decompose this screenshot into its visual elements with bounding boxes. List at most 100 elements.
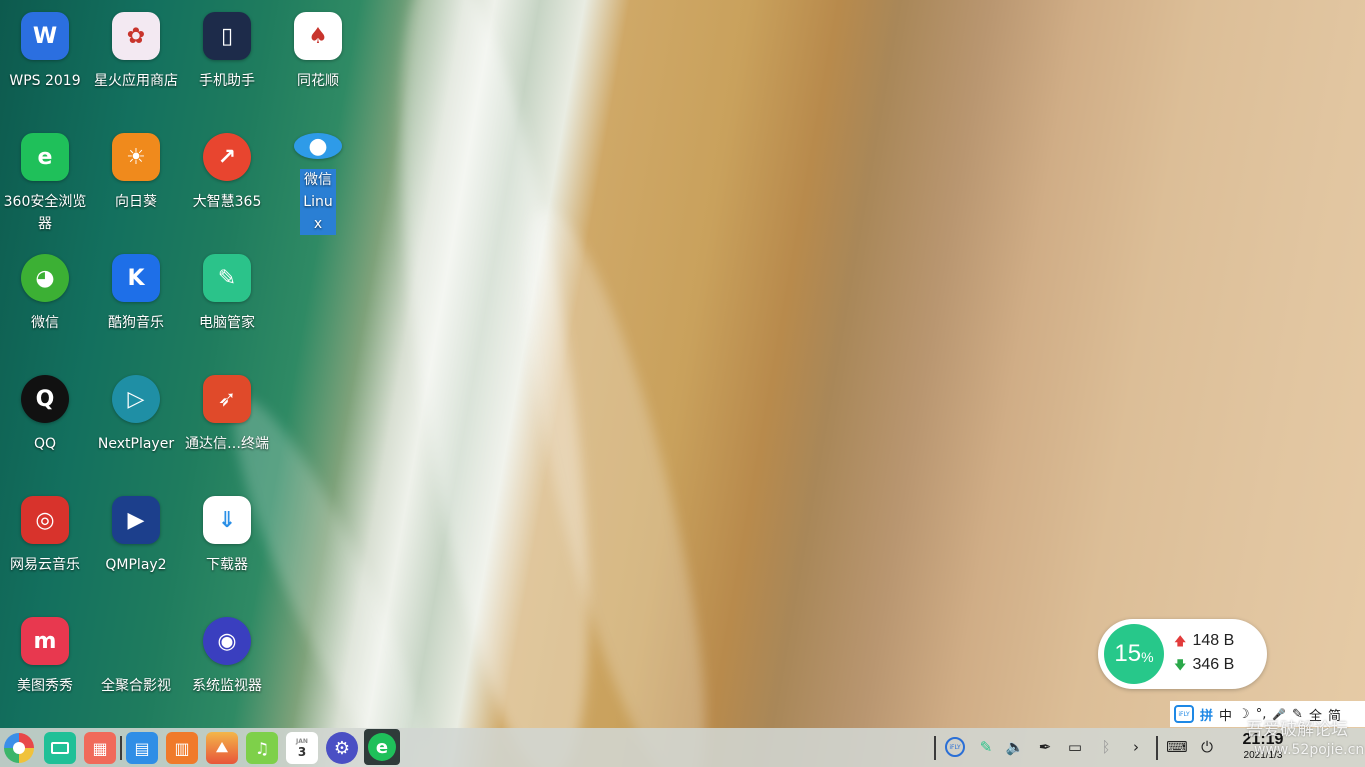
launcher-icon[interactable] [4, 733, 34, 763]
desktop-icon[interactable]: ▯ 手机助手 [185, 2, 269, 114]
desktop-icon-label: 星火应用商店 [94, 73, 178, 89]
iflytek-tray-icon[interactable]: iFLY [944, 736, 966, 758]
cpu-usage-value: 15 [1114, 640, 1142, 667]
phone-assistant-icon: ▯ [203, 12, 251, 60]
desktop-icon-label: 同花顺 [297, 73, 339, 89]
show-desktop-icon[interactable]: ▦ [84, 732, 116, 764]
power-icon[interactable]: ⏻ [1196, 736, 1218, 758]
desktop-icon[interactable]: ◎ 网易云音乐 [3, 486, 87, 598]
desktop-icon[interactable]: 全聚合影视 [94, 607, 178, 719]
desktop-icon-label: QQ [33, 436, 57, 452]
dazhihui-icon: ↗ [203, 133, 251, 181]
wps-icon: W [21, 12, 69, 60]
ime-pinyin-toggle[interactable]: 拼 [1200, 705, 1213, 724]
multitask-view-icon[interactable] [44, 732, 76, 764]
ime-language-toggle[interactable]: 中 [1219, 705, 1232, 724]
desktop-icon-label: NextPlayer [97, 436, 175, 452]
desktop-icon[interactable]: ↗ 大智慧365 [185, 123, 269, 235]
watermark-line-2: www.52pojie.cn [1254, 742, 1365, 758]
sunflower-icon: ☀ [112, 133, 160, 181]
tonghuashun-icon: ♠ [294, 12, 342, 60]
desktop-icon[interactable]: ◕ 微信 [3, 244, 87, 356]
volume-icon[interactable]: 🔈 [1004, 736, 1026, 758]
pen-tray-icon[interactable]: ✒ [1034, 736, 1056, 758]
desktop-icon[interactable]: ▷ NextPlayer [94, 365, 178, 477]
music-player-icon[interactable]: ♫ [246, 732, 278, 764]
desktop-icon[interactable]: K 酷狗音乐 [94, 244, 178, 356]
network-speed-widget[interactable]: 15% 🡅 148 B 🡇 346 B [1098, 619, 1267, 689]
browser-360-taskbar-icon[interactable]: e [364, 729, 400, 765]
watermark-overlay: 吾爱破解论坛 www.52pojie.cn [1246, 720, 1364, 760]
pc-manager-tray-icon[interactable]: ✎ [975, 736, 997, 758]
system-monitor-icon: ◉ [203, 617, 251, 665]
desktop-icon[interactable]: ✿ 星火应用商店 [94, 2, 178, 114]
desktop-icon[interactable]: W WPS 2019 [3, 2, 87, 114]
bluetooth-icon[interactable]: ᛒ [1095, 736, 1117, 758]
tray-separator [1156, 736, 1158, 760]
desktop-icon[interactable]: e 360安全浏览器 [3, 123, 87, 235]
desktop-icon[interactable]: m 美图秀秀 [3, 607, 87, 719]
iflytek-logo-icon[interactable]: iFLY [1174, 705, 1194, 723]
qq-penguin-icon: Q [21, 375, 69, 423]
desktop-icon[interactable]: ♠ 同花顺 [276, 2, 360, 114]
upload-speed-row: 🡅 148 B [1174, 632, 1234, 653]
taskbar-separator [120, 736, 122, 760]
qmplay-icon: ▶ [112, 496, 160, 544]
cpu-usage-ring: 15% [1104, 624, 1164, 684]
desktop-icon[interactable]: ◉ 系统监视器 [185, 607, 269, 719]
browser-360-icon: e [21, 133, 69, 181]
tongdaxin-icon: ➶ [203, 375, 251, 423]
cpu-usage-unit: % [1141, 649, 1154, 665]
download-arrow-icon: 🡇 [1174, 658, 1187, 672]
kugou-music-icon: K [112, 254, 160, 302]
wechat-linux-icon: ● [294, 133, 342, 159]
desktop-icon-label: 手机助手 [199, 73, 255, 89]
wechat-icon: ◕ [21, 254, 69, 302]
desktop-icon[interactable]: Q QQ [3, 365, 87, 477]
ime-voice-icon[interactable]: 🎤 [1272, 708, 1286, 721]
desktop-icon-label: 向日葵 [115, 194, 157, 210]
downloader-icon: ⇓ [203, 496, 251, 544]
spark-store-icon: ✿ [112, 12, 160, 60]
download-speed-row: 🡇 346 B [1174, 656, 1234, 677]
tray-separator [934, 736, 936, 760]
desktop-icon[interactable]: ● 微信 Linux [276, 123, 360, 235]
video-aggregator-icon [112, 617, 160, 665]
watermark-line-1: 吾爱破解论坛 [1246, 720, 1348, 740]
desktop-icon-label: QMPlay2 [105, 557, 167, 573]
desktop-icon-label: 360安全浏览器 [3, 194, 87, 232]
calendar-icon[interactable]: JAN 3 [286, 732, 318, 764]
desktop-icon-label: 电脑管家 [199, 315, 255, 331]
desktop-icon-label: 下载器 [206, 557, 248, 573]
desktop-icon[interactable]: ☀ 向日葵 [94, 123, 178, 235]
desktop-icon-label: WPS 2019 [9, 73, 81, 89]
desktop-icon-label: 大智慧365 [192, 194, 262, 210]
desktop-icon-label: 通达信…终端 [185, 436, 269, 452]
settings-gear-icon[interactable]: ⚙ [326, 732, 358, 764]
keyboard-icon[interactable]: ⌨ [1166, 736, 1188, 758]
desktop-icon-label: 微信 [31, 315, 59, 331]
battery-icon[interactable]: ▭ [1064, 736, 1086, 758]
download-speed: 346 B [1192, 656, 1235, 673]
upload-arrow-icon: 🡅 [1174, 634, 1187, 648]
file-manager-icon[interactable]: ▥ [166, 732, 198, 764]
pc-manager-icon: ✎ [203, 254, 251, 302]
app-store-icon[interactable]: ▤ [126, 732, 158, 764]
upload-speed: 148 B [1192, 632, 1235, 649]
netease-music-icon: ◎ [21, 496, 69, 544]
desktop-icon[interactable]: ▶ QMPlay2 [94, 486, 178, 598]
desktop-icon[interactable]: ✎ 电脑管家 [185, 244, 269, 356]
desktop-icon-label: 酷狗音乐 [108, 315, 164, 331]
chevron-right-icon[interactable]: › [1125, 736, 1147, 758]
nextplayer-icon: ▷ [112, 375, 160, 423]
desktop-icon-label: 系统监视器 [192, 678, 262, 694]
desktop-icon[interactable]: ➶ 通达信…终端 [185, 365, 269, 477]
desktop-icon-label: 微信 Linux [300, 169, 336, 235]
meitu-icon: m [21, 617, 69, 665]
image-viewer-icon[interactable]: ⛰ [206, 732, 238, 764]
taskbar: ▦ ▤ ▥ ⛰ ♫ JAN 3 ⚙ e iFLY ✎ 🔈 ✒ ▭ ᛒ › ⌨ ⏻ [0, 728, 1365, 767]
desktop-icon[interactable]: ⇓ 下载器 [185, 486, 269, 598]
desktop-icon-label: 美图秀秀 [17, 678, 73, 694]
desktop-icon-label: 全聚合影视 [101, 678, 171, 694]
desktop-icon-label: 网易云音乐 [10, 557, 80, 573]
